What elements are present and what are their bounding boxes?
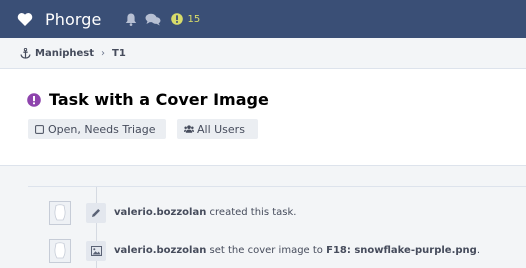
heart-icon[interactable] [17,11,33,27]
avatar[interactable] [49,201,71,225]
anchor-icon [20,47,31,59]
chat-icon[interactable] [145,12,161,26]
users-icon [184,124,194,134]
exclamation-circle-icon [27,92,41,107]
policy-tag-label[interactable]: All Users [197,123,245,136]
warning-icon[interactable] [171,13,184,25]
top-navigation-bar: Phorge 15 [0,0,526,38]
square-icon [35,124,45,134]
avatar[interactable] [49,239,71,263]
policy-tag[interactable]: All Users [177,119,258,139]
event-action: created this task. [206,207,297,218]
status-tag-label: Open, Needs Triage [48,122,156,136]
title-row: Task with a Cover Image [27,90,269,109]
timeline-event: valerio.bozzolan set the cover image to … [28,239,526,263]
breadcrumb-separator: › [101,47,106,59]
timeline-event: valerio.bozzolan created this task. [28,201,526,225]
event-action: set the cover image to [206,245,327,256]
event-author-link[interactable]: valerio.bozzolan [114,245,206,256]
event-suffix: . [476,245,480,256]
task-header: Task with a Cover Image Open, Needs Tria… [0,69,526,166]
image-icon [86,241,106,261]
bell-icon[interactable] [125,12,137,26]
event-author-link[interactable]: valerio.bozzolan [114,207,206,218]
breadcrumb-task[interactable]: T1 [112,48,126,59]
breadcrumb: Maniphest › T1 [0,38,526,69]
status-tag: Open, Needs Triage [28,119,166,139]
event-text: valerio.bozzolan set the cover image to … [114,245,480,256]
notification-count[interactable]: 15 [187,14,200,25]
app-name[interactable]: Phorge [45,10,101,29]
timeline: valerio.bozzolan created this task. vale… [28,186,526,268]
breadcrumb-maniphest[interactable]: Maniphest [35,48,94,59]
event-text: valerio.bozzolan created this task. [114,207,296,218]
pencil-icon [86,203,106,223]
page-title: Task with a Cover Image [49,90,269,109]
file-link[interactable]: F18: snowflake-purple.png [326,245,477,256]
